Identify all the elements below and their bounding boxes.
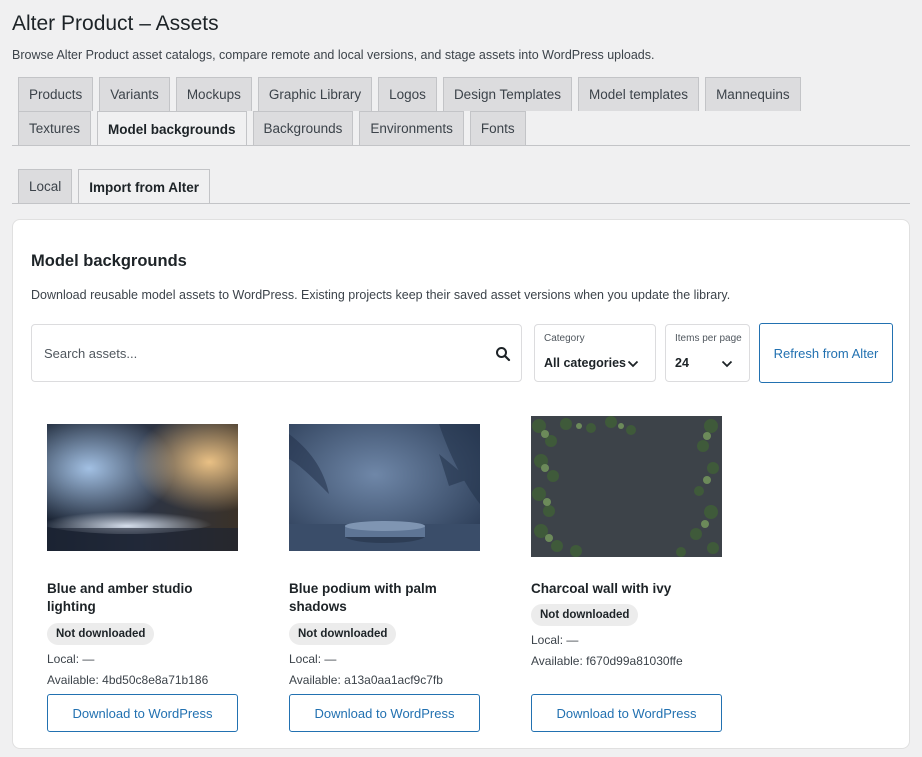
chevron-down-icon xyxy=(721,360,733,368)
asset-thumbnail[interactable] xyxy=(47,424,238,551)
status-badge: Not downloaded xyxy=(289,623,397,645)
asset-local-version: Local: — xyxy=(531,633,579,647)
tab-model-templates[interactable]: Model templates xyxy=(578,77,700,111)
asset-title: Charcoal wall with ivy xyxy=(531,581,672,596)
panel-title: Model backgrounds xyxy=(31,252,187,270)
subtab-import-from-alter[interactable]: Import from Alter xyxy=(78,169,211,204)
source-subtabs: Local Import from Alter xyxy=(18,169,216,204)
search-icon[interactable] xyxy=(495,346,511,362)
search-input[interactable] xyxy=(44,325,484,381)
tab-mockups[interactable]: Mockups xyxy=(175,77,252,111)
asset-title: Blue podium with palm shadows xyxy=(289,581,437,614)
refresh-from-alter-button[interactable]: Refresh from Alter xyxy=(759,323,893,383)
status-badge: Not downloaded xyxy=(47,623,155,645)
tab-variants[interactable]: Variants xyxy=(99,77,170,111)
category-select[interactable]: Category All categories xyxy=(534,324,656,382)
tab-model-backgrounds[interactable]: Model backgrounds xyxy=(97,111,247,146)
charcoal-ivy-image xyxy=(531,416,722,557)
tab-environments[interactable]: Environments xyxy=(359,111,464,145)
tab-textures[interactable]: Textures xyxy=(18,111,92,145)
asset-available-version: Available: 4bd50c8e8a71b186 xyxy=(47,673,209,687)
subtabs-divider xyxy=(12,203,910,204)
download-to-wordpress-button[interactable]: Download to WordPress xyxy=(531,694,722,732)
asset-title: Blue and amber studio lighting xyxy=(47,581,193,614)
studio-lighting-image xyxy=(47,424,238,551)
asset-local-version: Local: — xyxy=(47,652,95,666)
tab-design-templates[interactable]: Design Templates xyxy=(442,77,572,111)
items-per-page-label: Items per page xyxy=(675,333,742,344)
asset-thumbnail[interactable] xyxy=(289,424,480,551)
download-to-wordpress-button[interactable]: Download to WordPress xyxy=(47,694,238,732)
asset-available-version: Available: f670d99a81030ffe xyxy=(531,654,683,668)
blue-podium-image xyxy=(289,424,480,551)
page-title: Alter Product – Assets xyxy=(12,12,219,35)
category-value: All categories xyxy=(544,356,626,370)
items-per-page-value: 24 xyxy=(675,356,689,370)
tab-backgrounds[interactable]: Backgrounds xyxy=(252,111,354,145)
download-to-wordpress-button[interactable]: Download to WordPress xyxy=(289,694,480,732)
page-description: Browse Alter Product asset catalogs, com… xyxy=(12,48,655,62)
tab-mannequins[interactable]: Mannequins xyxy=(705,77,801,111)
tab-graphic-library[interactable]: Graphic Library xyxy=(257,77,373,111)
asset-type-tabs-row-1: Products Variants Mockups Graphic Librar… xyxy=(18,77,807,111)
panel-description: Download reusable model assets to WordPr… xyxy=(31,288,731,302)
tab-products[interactable]: Products xyxy=(18,77,94,111)
assets-panel: Model backgrounds Download reusable mode… xyxy=(12,219,910,749)
subtab-local[interactable]: Local xyxy=(18,169,73,203)
search-box xyxy=(31,324,522,382)
asset-local-version: Local: — xyxy=(289,652,337,666)
asset-available-version: Available: a13a0aa1acf9c7fb xyxy=(289,673,443,687)
category-label: Category xyxy=(544,333,585,344)
asset-thumbnail[interactable] xyxy=(531,416,722,557)
tabs-divider xyxy=(12,145,910,146)
chevron-down-icon xyxy=(627,360,639,368)
status-badge: Not downloaded xyxy=(531,604,639,626)
tab-fonts[interactable]: Fonts xyxy=(469,111,526,145)
asset-type-tabs-row-2: Textures Model backgrounds Backgrounds E… xyxy=(18,111,532,146)
items-per-page-select[interactable]: Items per page 24 xyxy=(665,324,750,382)
tab-logos[interactable]: Logos xyxy=(378,77,437,111)
